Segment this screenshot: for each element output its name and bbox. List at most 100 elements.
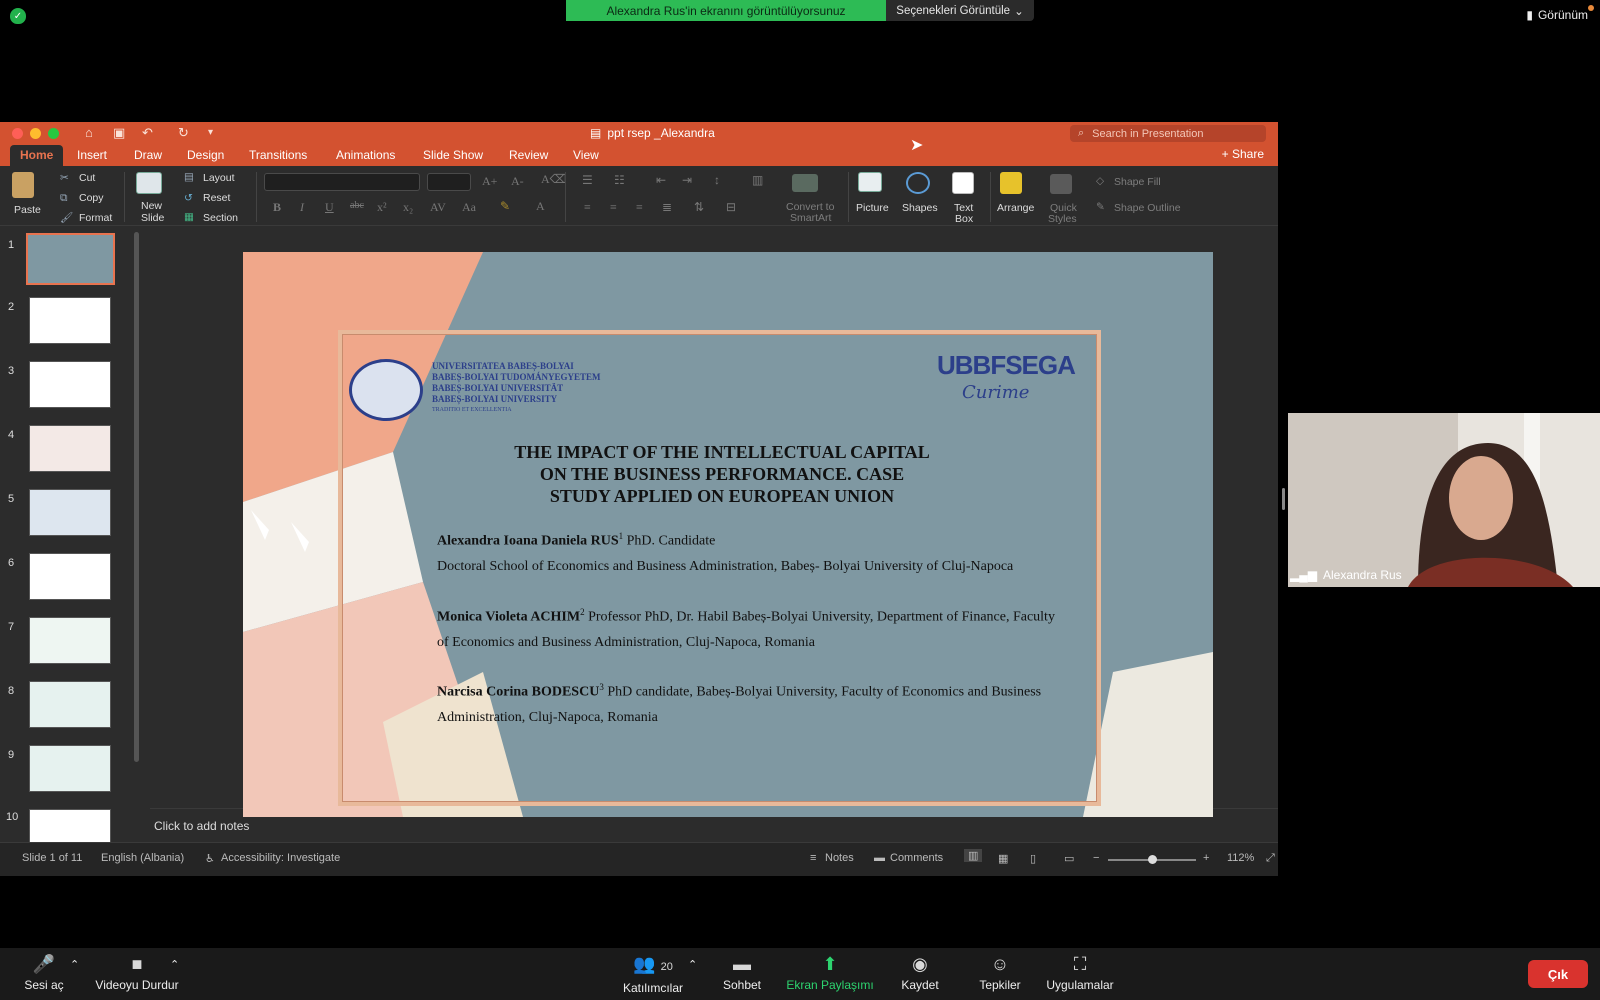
- decrease-font-icon[interactable]: A-: [511, 174, 524, 189]
- slideshow-view-icon[interactable]: ▭: [1064, 852, 1074, 865]
- paste-label[interactable]: Paste: [14, 204, 41, 216]
- slide-thumbnail-8[interactable]: [29, 681, 111, 728]
- copy-button[interactable]: Copy: [79, 192, 104, 204]
- stop-video-button[interactable]: ■ Videoyu Durdur: [92, 954, 182, 992]
- slide-thumbnail-2[interactable]: [29, 297, 111, 344]
- comments-toggle[interactable]: Comments: [890, 852, 943, 864]
- chat-button[interactable]: ▬ Sohbet: [718, 954, 766, 992]
- normal-view-icon[interactable]: ▥: [964, 849, 983, 862]
- paste-icon[interactable]: [12, 172, 34, 198]
- character-spacing-icon[interactable]: AV: [430, 200, 446, 215]
- tab-animations[interactable]: Animations: [336, 148, 395, 162]
- numbering-icon[interactable]: ☷: [614, 173, 625, 188]
- reactions-button[interactable]: ☺ Tepkiler: [972, 954, 1028, 992]
- text-direction-icon[interactable]: ⇅: [694, 200, 704, 215]
- share-button[interactable]: + Share: [1222, 147, 1264, 161]
- new-slide-label-1[interactable]: New: [141, 200, 162, 212]
- window-close-button[interactable]: [12, 128, 23, 139]
- text-box-label-2[interactable]: Box: [955, 213, 973, 225]
- tab-design[interactable]: Design: [187, 148, 224, 162]
- apps-button[interactable]: ⛶ Uygulamalar: [1044, 954, 1116, 992]
- shapes-icon[interactable]: [906, 172, 930, 194]
- quick-styles-label-2[interactable]: Styles: [1048, 213, 1077, 225]
- participants-options-chevron-icon[interactable]: ⌃: [688, 958, 697, 971]
- customize-toolbar-icon[interactable]: ▾: [208, 127, 213, 138]
- fit-slide-icon[interactable]: ⤢: [1266, 852, 1275, 865]
- reset-button[interactable]: Reset: [203, 192, 230, 204]
- search-input[interactable]: ⌕ Search in Presentation: [1070, 125, 1266, 142]
- superscript-button[interactable]: x²: [377, 200, 387, 215]
- cut-button[interactable]: Cut: [79, 172, 95, 184]
- picture-label[interactable]: Picture: [856, 202, 889, 214]
- tab-view[interactable]: View: [573, 148, 599, 162]
- share-screen-button[interactable]: ⬆ Ekran Paylaşımı: [786, 954, 874, 992]
- shapes-label[interactable]: Shapes: [902, 202, 938, 214]
- arrange-icon[interactable]: [1000, 172, 1022, 194]
- copy-icon[interactable]: ⧉: [60, 192, 68, 205]
- justify-icon[interactable]: ≣: [662, 200, 672, 215]
- cut-icon[interactable]: ✂: [60, 172, 69, 184]
- participants-button[interactable]: 👥 20 Katılımcılar: [616, 954, 690, 995]
- notes-toggle[interactable]: Notes: [825, 852, 854, 864]
- new-slide-label-2[interactable]: Slide: [141, 212, 164, 224]
- tab-slide-show[interactable]: Slide Show: [423, 148, 483, 162]
- tab-insert[interactable]: Insert: [77, 148, 107, 162]
- bullets-icon[interactable]: ☰: [582, 173, 593, 188]
- shape-fill-icon[interactable]: ◇: [1096, 175, 1104, 187]
- tab-review[interactable]: Review: [509, 148, 548, 162]
- home-icon[interactable]: ⌂: [85, 125, 93, 140]
- reading-view-icon[interactable]: ▯: [1030, 852, 1036, 865]
- unmute-button[interactable]: 🎤 Sesi aç: [24, 954, 64, 992]
- layout-icon[interactable]: ▤: [184, 171, 194, 183]
- thumbnail-scrollbar[interactable]: [134, 232, 139, 762]
- increase-indent-icon[interactable]: ⇥: [682, 173, 692, 188]
- subscript-button[interactable]: x₂: [403, 200, 413, 215]
- format-painter-icon[interactable]: 🖌: [60, 211, 73, 224]
- reset-icon[interactable]: ↺: [184, 192, 193, 204]
- zoom-level[interactable]: 112%: [1227, 852, 1254, 864]
- tab-home[interactable]: Home: [10, 145, 64, 166]
- text-box-icon[interactable]: [952, 172, 974, 194]
- decrease-indent-icon[interactable]: ⇤: [656, 173, 666, 188]
- font-size-select[interactable]: [427, 173, 471, 191]
- record-button[interactable]: ◉ Kaydet: [896, 954, 944, 992]
- redo-icon[interactable]: ↻: [178, 125, 189, 141]
- align-left-icon[interactable]: ≡: [584, 200, 591, 215]
- accessibility-status[interactable]: Accessibility: Investigate: [221, 852, 340, 864]
- font-family-select[interactable]: [264, 173, 420, 191]
- zoom-out-icon[interactable]: −: [1093, 852, 1099, 864]
- section-button[interactable]: Section: [203, 212, 238, 224]
- tab-transitions[interactable]: Transitions: [249, 148, 307, 162]
- line-spacing-icon[interactable]: ↕: [714, 173, 720, 188]
- view-options-button[interactable]: Seçenekleri Görüntüle ⌄: [886, 0, 1034, 21]
- zoom-in-icon[interactable]: +: [1203, 852, 1209, 864]
- convert-smartart-label-2[interactable]: SmartArt: [790, 212, 831, 224]
- columns-icon[interactable]: ▥: [752, 173, 763, 188]
- arrange-label[interactable]: Arrange: [997, 202, 1034, 214]
- audio-options-chevron-icon[interactable]: ⌃: [70, 958, 79, 971]
- strikethrough-button[interactable]: abc: [350, 200, 364, 211]
- slide-1[interactable]: UNIVERSITATEA BABEȘ-BOLYAI BABEȘ-BOLYAI …: [243, 252, 1213, 817]
- align-right-icon[interactable]: ≡: [636, 200, 643, 215]
- slide-thumbnail-5[interactable]: [29, 489, 111, 536]
- new-slide-icon[interactable]: [136, 172, 162, 194]
- slide-thumbnail-9[interactable]: [29, 745, 111, 792]
- video-options-chevron-icon[interactable]: ⌃: [170, 958, 179, 971]
- undo-icon[interactable]: ↶: [142, 125, 153, 141]
- align-text-icon[interactable]: ⊟: [726, 200, 736, 215]
- save-icon[interactable]: ▣: [113, 125, 125, 141]
- tab-draw[interactable]: Draw: [134, 148, 162, 162]
- align-center-icon[interactable]: ≡: [610, 200, 617, 215]
- slide-thumbnail-3[interactable]: [29, 361, 111, 408]
- leave-meeting-button[interactable]: Çık: [1528, 960, 1588, 988]
- font-color-icon[interactable]: A: [536, 199, 545, 214]
- webcam-video-tile[interactable]: [1288, 413, 1600, 587]
- picture-icon[interactable]: [858, 172, 882, 192]
- change-case-icon[interactable]: Aa: [462, 200, 476, 215]
- zoom-slider-thumb[interactable]: [1148, 855, 1157, 864]
- language-indicator[interactable]: English (Albania): [101, 852, 184, 864]
- slide-thumbnail-6[interactable]: [29, 553, 111, 600]
- shape-outline-icon[interactable]: ✎: [1096, 201, 1105, 213]
- slide-thumbnail-7[interactable]: [29, 617, 111, 664]
- window-maximize-button[interactable]: [48, 128, 59, 139]
